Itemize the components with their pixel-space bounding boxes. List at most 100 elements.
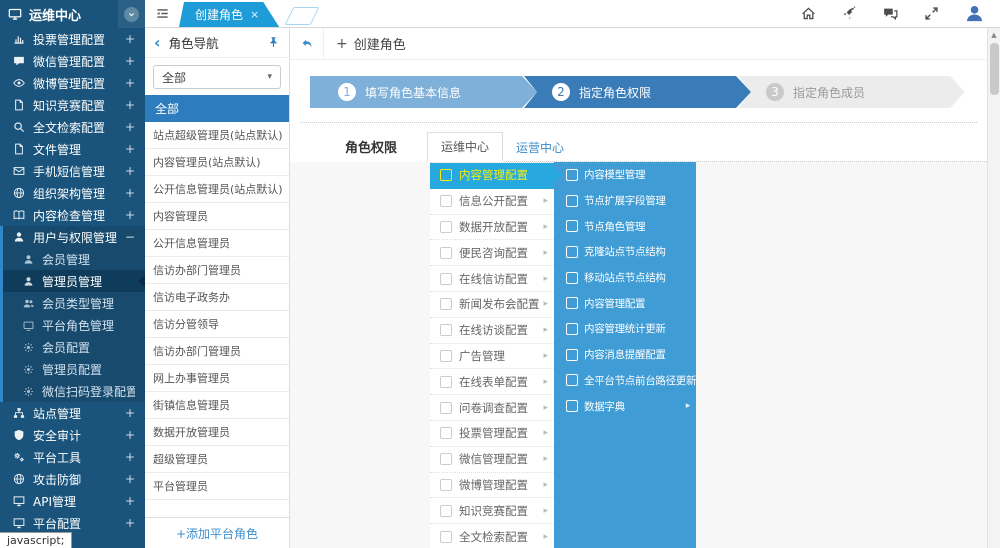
plus-icon[interactable]: + [121,98,135,112]
perm-l2-row[interactable]: 移动站点节点结构 [554,265,696,291]
perm-l1-row[interactable]: 在线表单配置▸ [430,369,554,395]
checkbox[interactable] [566,297,578,309]
plus-icon[interactable]: + [121,164,135,178]
sidebar-item[interactable]: 微信管理配置+ [0,50,145,72]
sidebar-subitem[interactable]: 平台角色管理 [3,314,145,336]
sidebar-item[interactable]: API管理+ [0,490,145,512]
checkbox[interactable] [440,427,452,439]
checkbox[interactable] [440,298,452,310]
plus-icon[interactable]: + [121,142,135,156]
checkbox[interactable] [440,195,452,207]
sidebar-subitem[interactable]: 管理员管理 [3,270,145,292]
perm-l1-row[interactable]: 微博管理配置▸ [430,473,554,499]
sidebar-item[interactable]: 安全审计+ [0,424,145,446]
perm-l1-row[interactable]: 知识竞赛配置▸ [430,498,554,524]
sidebar-subitem[interactable]: 会员类型管理 [3,292,145,314]
role-list-item[interactable]: 信访办部门管理员 [145,338,289,365]
sidebar-item[interactable]: 手机短信管理+ [0,160,145,182]
sidebar-subitem[interactable]: 管理员配置 [3,358,145,380]
plus-icon[interactable]: + [121,516,135,530]
role-list-item[interactable]: 信访分管领导 [145,311,289,338]
plus-icon[interactable]: + [121,472,135,486]
plus-icon[interactable]: + [121,186,135,200]
wizard-step-3[interactable]: 3指定角色成员 [738,76,965,108]
role-list-item[interactable]: 公开信息管理员 [145,230,289,257]
role-list-item[interactable]: 内容管理员(站点默认) [145,149,289,176]
perm-l1-row[interactable]: 数据开放配置▸ [430,215,554,241]
plus-icon[interactable]: + [121,120,135,134]
perm-center-tab[interactable]: 运维中心 [427,132,503,162]
plus-icon[interactable]: + [121,32,135,46]
role-list-item[interactable]: 信访电子政务办 [145,284,289,311]
sidebar-item[interactable]: 用户与权限管理− [3,226,145,248]
scroll-up-arrow[interactable]: ▲ [991,31,996,39]
panel-back-chevron[interactable]: ‹ [154,35,161,51]
plus-icon[interactable]: + [121,208,135,222]
plus-icon[interactable]: + [121,54,135,68]
minus-icon[interactable]: − [121,230,135,244]
sidebar-item[interactable]: 攻击防御+ [0,468,145,490]
rocket-icon[interactable] [842,6,857,21]
perm-l1-row[interactable]: 广告管理▸ [430,344,554,370]
perm-l1-row[interactable]: 问卷调查配置▸ [430,395,554,421]
role-list-item[interactable]: 站点超级管理员(站点默认) [145,122,289,149]
wizard-step-1[interactable]: 1填写角色基本信息 [310,76,537,108]
toggle-menu-button[interactable] [145,6,179,21]
sidebar-subitem[interactable]: 微信扫码登录配置 [3,380,145,402]
checkbox[interactable] [566,323,578,335]
role-list-item[interactable]: 内容管理员 [145,203,289,230]
sidebar-item[interactable]: 平台配置+ [0,512,145,534]
checkbox[interactable] [440,453,452,465]
checkbox[interactable] [566,272,578,284]
checkbox[interactable] [566,169,578,181]
perm-l2-row[interactable]: 节点扩展字段管理 [554,188,696,214]
perm-l2-row[interactable]: 全平台节点前台路径更新 [554,368,696,394]
perm-l1-row[interactable]: 内容管理配置 [430,163,554,189]
role-list-item[interactable]: 公开信息管理员(站点默认) [145,176,289,203]
home-icon[interactable] [801,6,816,21]
perm-l2-row[interactable]: 内容管理配置 [554,290,696,316]
pin-icon[interactable] [267,36,280,49]
checkbox[interactable] [440,273,452,285]
sidebar-item[interactable]: 全文检索配置+ [0,116,145,138]
checkbox[interactable] [566,195,578,207]
perm-l1-row[interactable]: 投票管理配置▸ [430,421,554,447]
perm-l2-row[interactable]: 内容消息提醒配置 [554,342,696,368]
checkbox[interactable] [440,221,452,233]
perm-l2-row[interactable]: 克隆站点节点结构 [554,239,696,265]
perm-center-tab[interactable]: 运营中心 [503,134,577,162]
checkbox[interactable] [440,402,452,414]
add-platform-role-button[interactable]: +添加平台角色 [145,517,289,548]
checkbox[interactable] [440,479,452,491]
checkbox[interactable] [566,374,578,386]
role-list-item[interactable]: 平台管理员 [145,473,289,500]
checkbox[interactable] [440,531,452,543]
scrollbar-thumb[interactable] [990,43,999,95]
role-list-item[interactable]: 超级管理员 [145,446,289,473]
role-list-item-selected[interactable]: 全部 [145,95,289,122]
role-list-item[interactable]: 网上办事管理员 [145,365,289,392]
sidebar-item[interactable]: 微博管理配置+ [0,72,145,94]
user-avatar-icon[interactable] [965,4,984,23]
perm-l1-row[interactable]: 全文检索配置▸ [430,524,554,548]
perm-l2-row[interactable]: 内容模型管理 [554,162,696,188]
role-list-item[interactable]: 街镇信息管理员 [145,392,289,419]
perm-l2-row[interactable]: 数据字典▸ [554,393,696,419]
sidebar-subitem[interactable]: 会员配置 [3,336,145,358]
sidebar-collapse-button[interactable] [118,0,145,28]
checkbox[interactable] [440,376,452,388]
checkbox[interactable] [566,349,578,361]
sidebar-item[interactable]: 平台工具+ [0,446,145,468]
plus-icon[interactable]: + [121,450,135,464]
perm-l1-row[interactable]: 在线信访配置▸ [430,266,554,292]
perm-l1-row[interactable]: 微信管理配置▸ [430,447,554,473]
tab-create-role[interactable]: 创建角色 × [179,2,279,27]
plus-icon[interactable]: + [121,428,135,442]
role-list-item[interactable]: 信访办部门管理员 [145,257,289,284]
wizard-step-2[interactable]: 2指定角色权限 [524,76,751,108]
messages-icon[interactable] [883,6,898,21]
perm-l1-row[interactable]: 信息公开配置▸ [430,189,554,215]
sidebar-subitem[interactable]: 会员管理 [3,248,145,270]
role-list-item[interactable]: 数据开放管理员 [145,419,289,446]
plus-icon[interactable]: + [121,76,135,90]
